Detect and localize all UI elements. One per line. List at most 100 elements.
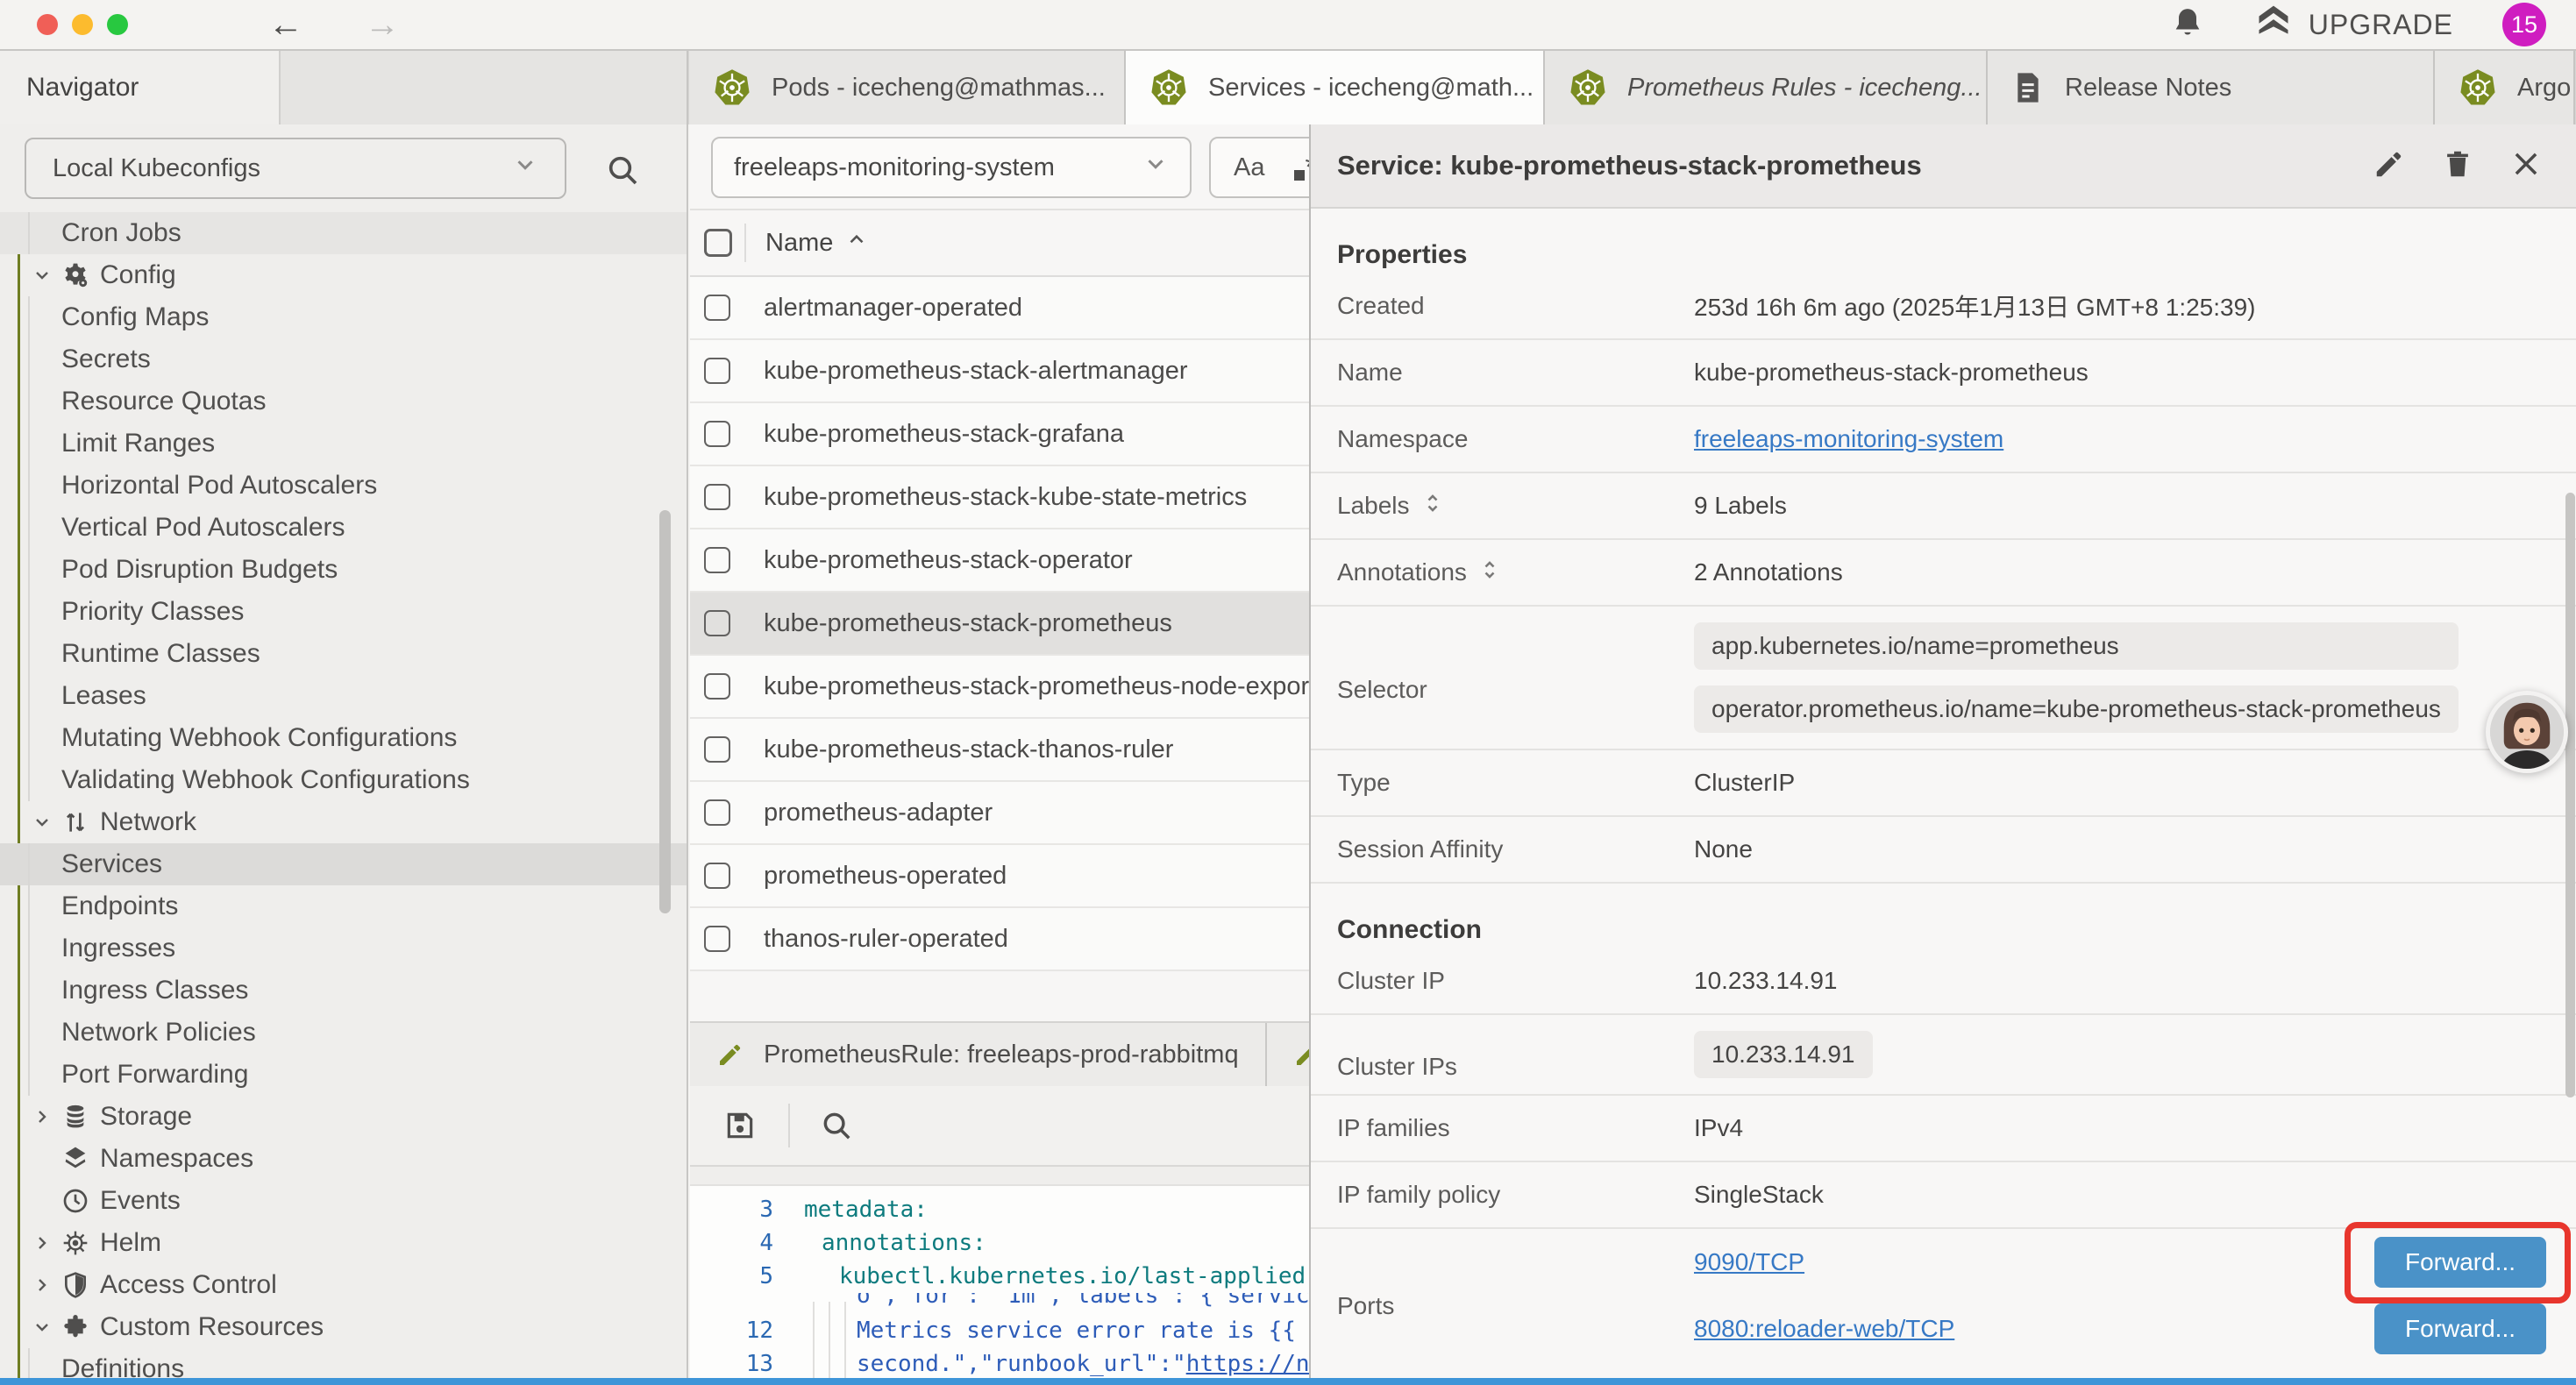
sidebar-item-helm[interactable]: Helm [0, 1222, 687, 1264]
sidebar-item-access-control[interactable]: Access Control [0, 1264, 687, 1306]
sidebar-item-events[interactable]: Events [0, 1180, 687, 1222]
chevron-down-icon[interactable] [32, 812, 61, 833]
sidebar-search-icon[interactable] [605, 153, 640, 192]
name-column-header[interactable]: Name [765, 228, 868, 258]
row-checkbox[interactable] [704, 295, 730, 321]
maximize-window-button[interactable] [107, 14, 128, 35]
detail-value: 9 Labels [1694, 492, 1787, 520]
detail-row-type: TypeClusterIP [1311, 750, 2576, 817]
row-checkbox[interactable] [704, 736, 730, 763]
sidebar-item-storage[interactable]: Storage [0, 1096, 687, 1138]
upgrade-button[interactable]: UPGRADE [2254, 2, 2453, 47]
window-tab[interactable]: Argo Se [2435, 51, 2575, 124]
sidebar-item-ingress-classes[interactable]: Ingress Classes [0, 970, 687, 1012]
sidebar-item-vertical-pod-autoscalers[interactable]: Vertical Pod Autoscalers [0, 507, 687, 549]
chevron-right-icon[interactable] [32, 1232, 61, 1254]
delete-trash-icon[interactable] [2441, 147, 2474, 185]
sidebar-item-leases[interactable]: Leases [0, 675, 687, 717]
dock-tab-prometheusrule[interactable]: PrometheusRule: freeleaps-prod-rabbitmq [690, 1023, 1267, 1086]
close-window-button[interactable] [37, 14, 58, 35]
row-checkbox[interactable] [704, 799, 730, 826]
drawer-scrollbar[interactable] [2565, 493, 2575, 1097]
sort-updown-icon[interactable] [1422, 492, 1443, 520]
table-row[interactable]: kube-prometheus-stack-prometheus-node-ex… [690, 656, 1311, 719]
select-all-checkbox[interactable] [704, 229, 732, 257]
sidebar-item-pod-disruption-budgets[interactable]: Pod Disruption Budgets [0, 549, 687, 591]
back-icon[interactable]: ← [268, 7, 303, 42]
forward-button[interactable]: Forward... [2374, 1303, 2546, 1354]
port-link[interactable]: 9090/TCP [1694, 1248, 1804, 1276]
row-checkbox[interactable] [704, 926, 730, 952]
row-checkbox[interactable] [704, 547, 730, 573]
forward-button[interactable]: Forward... [2374, 1237, 2546, 1288]
navigator-panel-tab[interactable]: Navigator [0, 51, 281, 124]
row-checkbox[interactable] [704, 484, 730, 510]
assistant-avatar[interactable] [2486, 691, 2568, 773]
editor-search-icon[interactable] [820, 1109, 853, 1142]
table-row[interactable]: kube-prometheus-stack-kube-state-metrics [690, 466, 1311, 529]
table-row[interactable]: kube-prometheus-stack-grafana [690, 403, 1311, 466]
navigator-sidebar: Local Kubeconfigs Cron JobsConfigConfig … [0, 124, 688, 1378]
row-checkbox[interactable] [704, 673, 730, 700]
chevron-down-icon[interactable] [32, 1317, 61, 1338]
table-row[interactable]: alertmanager-operated [690, 277, 1311, 340]
table-row[interactable]: kube-prometheus-stack-prometheus [690, 593, 1311, 656]
sidebar-item-config-maps[interactable]: Config Maps [0, 296, 687, 338]
notifications-bell-icon[interactable] [2170, 5, 2205, 45]
sidebar-item-endpoints[interactable]: Endpoints [0, 885, 687, 927]
kubeconfig-source-select[interactable]: Local Kubeconfigs [25, 138, 566, 199]
edit-pencil-icon[interactable] [2373, 147, 2406, 185]
minimize-window-button[interactable] [72, 14, 93, 35]
sidebar-item-ingresses[interactable]: Ingresses [0, 927, 687, 970]
sidebar-item-cron-jobs[interactable]: Cron Jobs [0, 212, 687, 254]
table-row[interactable]: thanos-ruler-operated [690, 908, 1311, 971]
sidebar-item-validating-webhook-configurations[interactable]: Validating Webhook Configurations [0, 759, 687, 801]
table-row[interactable]: prometheus-operated [690, 845, 1311, 908]
sidebar-item-priority-classes[interactable]: Priority Classes [0, 591, 687, 633]
sidebar-item-mutating-webhook-configurations[interactable]: Mutating Webhook Configurations [0, 717, 687, 759]
dock-tab-partial[interactable] [1267, 1023, 1311, 1086]
sidebar-item-label: Ingresses [61, 934, 175, 963]
row-checkbox[interactable] [704, 863, 730, 889]
row-checkbox[interactable] [704, 610, 730, 636]
window-tab[interactable]: Prometheus Rules - icecheng... [1545, 51, 1988, 124]
sidebar-item-network-policies[interactable]: Network Policies [0, 1012, 687, 1054]
sidebar-item-services[interactable]: Services [0, 843, 687, 885]
sidebar-item-runtime-classes[interactable]: Runtime Classes [0, 633, 687, 675]
table-row[interactable]: kube-prometheus-stack-operator [690, 529, 1311, 593]
sidebar-item-custom-resources[interactable]: Custom Resources [0, 1306, 687, 1348]
sort-updown-icon[interactable] [1479, 558, 1500, 586]
chevron-down-icon[interactable] [32, 265, 61, 286]
table-row[interactable]: prometheus-adapter [690, 782, 1311, 845]
table-row[interactable]: kube-prometheus-stack-thanos-ruler [690, 719, 1311, 782]
forward-icon[interactable]: → [365, 7, 400, 42]
sidebar-item-limit-ranges[interactable]: Limit Ranges [0, 423, 687, 465]
sidebar-item-definitions[interactable]: Definitions [0, 1348, 687, 1378]
sidebar-item-secrets[interactable]: Secrets [0, 338, 687, 380]
sidebar-item-port-forwarding[interactable]: Port Forwarding [0, 1054, 687, 1096]
window-tab[interactable]: Release Notes [1988, 51, 2435, 124]
window-tab[interactable]: Pods - icecheng@mathmas... [689, 51, 1126, 124]
notification-count-badge[interactable]: 15 [2502, 3, 2546, 46]
sidebar-item-namespaces[interactable]: Namespaces [0, 1138, 687, 1180]
namespace-link[interactable]: freeleaps-monitoring-system [1694, 425, 2003, 452]
row-checkbox[interactable] [704, 358, 730, 384]
sidebar-item-resource-quotas[interactable]: Resource Quotas [0, 380, 687, 423]
table-search-input[interactable]: Aa * prome [1209, 137, 1311, 198]
close-icon[interactable] [2509, 147, 2543, 185]
sidebar-item-config[interactable]: Config [0, 254, 687, 296]
sidebar-scrollbar[interactable] [659, 510, 671, 913]
port-link[interactable]: 8080:reloader-web/TCP [1694, 1315, 1954, 1343]
save-button[interactable] [723, 1109, 757, 1142]
row-checkbox[interactable] [704, 421, 730, 447]
table-row[interactable]: kube-prometheus-stack-alertmanager [690, 340, 1311, 403]
chevron-right-icon[interactable] [32, 1275, 61, 1296]
sidebar-item-horizontal-pod-autoscalers[interactable]: Horizontal Pod Autoscalers [0, 465, 687, 507]
namespace-select[interactable]: freeleaps-monitoring-system [711, 137, 1192, 198]
window-tab[interactable]: Services - icecheng@math...× [1126, 51, 1545, 124]
chevron-right-icon[interactable] [32, 1106, 61, 1127]
sidebar-item-network[interactable]: Network [0, 801, 687, 843]
yaml-editor[interactable]: 3metadata:4annotations:5kubectl.kubernet… [690, 1186, 1311, 1378]
service-name: kube-prometheus-stack-thanos-ruler [764, 735, 1173, 764]
case-sensitive-toggle[interactable]: Aa [1234, 153, 1264, 182]
